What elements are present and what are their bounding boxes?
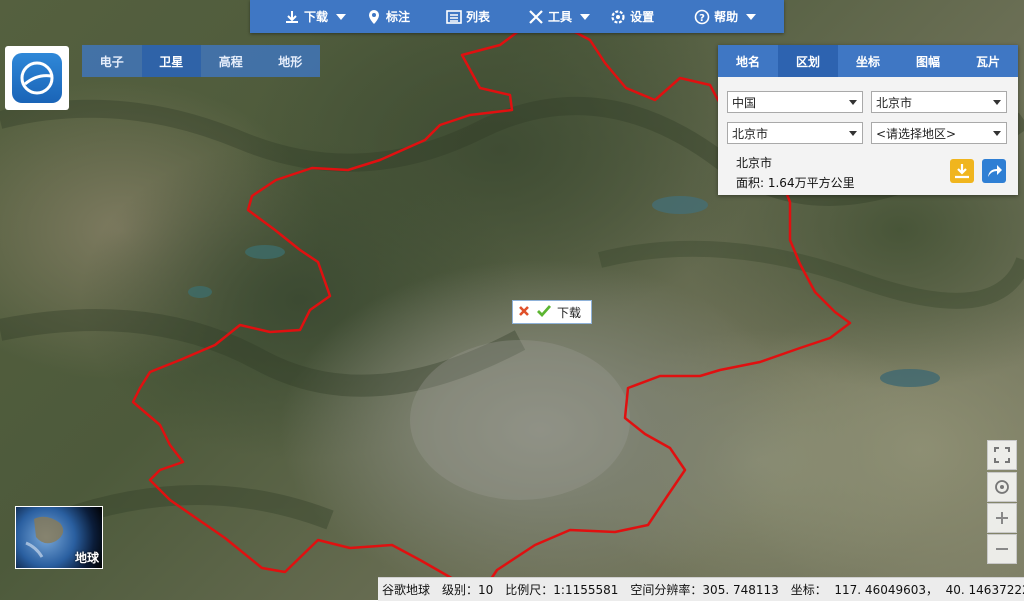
target-icon <box>995 480 1009 494</box>
status-app-name: 谷歌地球 <box>382 583 431 597</box>
country-value: 中国 <box>732 95 757 110</box>
top-toolbar: 下载 标注 列表 工具 设置 ? 帮助 <box>250 0 784 33</box>
svg-text:?: ? <box>699 13 705 24</box>
reservoir <box>880 369 940 387</box>
tab-tile[interactable]: 瓦片 <box>958 45 1018 77</box>
status-level: 级别：10 <box>442 583 494 597</box>
status-resolution: 空间分辨率：305. 748113 <box>630 583 779 597</box>
chevron-down-icon <box>993 100 1001 105</box>
district-value: <请选择地区> <box>876 126 957 141</box>
urban-area <box>410 340 630 500</box>
download-popup: 下载 <box>512 300 592 324</box>
chevron-down-icon <box>746 13 757 20</box>
tools-menu[interactable]: 工具 <box>518 0 600 33</box>
tools-label: 工具 <box>548 10 573 24</box>
fullscreen-icon <box>994 447 1010 463</box>
app-logo[interactable] <box>5 46 69 110</box>
help-menu[interactable]: ? 帮助 <box>684 0 766 33</box>
status-coordinate: 坐标： 117. 46049603， 40. 14637222 <box>790 583 1024 597</box>
locate-region-button[interactable] <box>982 159 1006 183</box>
download-menu[interactable]: 下载 <box>274 0 356 33</box>
settings-label: 设置 <box>630 10 655 24</box>
plus-icon <box>996 512 1008 524</box>
share-arrow-icon <box>988 165 1002 177</box>
map-type-terrain[interactable]: 地形 <box>261 45 321 77</box>
province-select[interactable]: 北京市 <box>871 91 1007 113</box>
zoom-in-button[interactable] <box>987 503 1017 533</box>
popup-download-label[interactable]: 下载 <box>557 304 581 321</box>
province-value: 北京市 <box>876 95 913 110</box>
chevron-down-icon <box>849 131 857 136</box>
tools-icon <box>528 9 544 25</box>
chevron-down-icon <box>336 13 347 20</box>
tab-place-name[interactable]: 地名 <box>718 45 778 77</box>
check-icon[interactable] <box>536 304 552 321</box>
globe-view-button[interactable]: 地球 <box>15 506 103 569</box>
download-region-button[interactable] <box>950 159 974 183</box>
minus-icon <box>996 548 1008 550</box>
region-name: 北京市 <box>736 156 773 170</box>
settings-button[interactable]: 设置 <box>600 0 664 33</box>
reservoir <box>245 245 285 259</box>
tab-map-sheet[interactable]: 图幅 <box>898 45 958 77</box>
list-label: 列表 <box>466 10 491 24</box>
gear-icon <box>610 9 626 25</box>
status-bar: 谷歌地球 级别：10 比例尺：1:1155581 空间分辨率：305. 7481… <box>378 577 1024 601</box>
panel-tabs: 地名 区划 坐标 图幅 瓦片 <box>718 45 1018 77</box>
list-button[interactable]: 列表 <box>436 0 500 33</box>
district-select[interactable]: <请选择地区> <box>871 122 1007 144</box>
map-type-satellite[interactable]: 卫星 <box>141 45 201 77</box>
region-area: 面积: 1.64万平方公里 <box>736 176 855 190</box>
pin-icon <box>366 9 382 25</box>
status-scale: 比例尺：1:1155581 <box>505 583 619 597</box>
download-icon <box>284 9 300 25</box>
search-panel: 地名 区划 坐标 图幅 瓦片 中国 北京市 北京市 <请选择地区> 北京市 面积… <box>718 45 1018 195</box>
tab-coordinate[interactable]: 坐标 <box>838 45 898 77</box>
reservoir <box>652 196 708 214</box>
earth-logo-icon <box>12 53 62 103</box>
chevron-down-icon <box>993 131 1001 136</box>
help-icon: ? <box>694 9 710 25</box>
chevron-down-icon <box>849 100 857 105</box>
close-icon[interactable] <box>517 304 531 321</box>
locate-button[interactable] <box>987 472 1017 502</box>
reservoir <box>188 286 212 298</box>
list-icon <box>446 9 462 25</box>
help-label: 帮助 <box>714 10 739 24</box>
download-label: 下载 <box>304 10 329 24</box>
map-type-vector[interactable]: 电子 <box>82 45 142 77</box>
globe-label: 地球 <box>74 551 99 565</box>
map-type-elevation[interactable]: 高程 <box>201 45 261 77</box>
zoom-out-button[interactable] <box>987 534 1017 564</box>
fullscreen-button[interactable] <box>987 440 1017 470</box>
city-value: 北京市 <box>732 126 769 141</box>
mark-label: 标注 <box>386 10 411 24</box>
city-select[interactable]: 北京市 <box>727 122 863 144</box>
chevron-down-icon <box>580 13 591 20</box>
map-type-switcher: 电子 卫星 高程 地形 <box>82 45 320 77</box>
download-icon <box>955 164 969 179</box>
country-select[interactable]: 中国 <box>727 91 863 113</box>
mark-button[interactable]: 标注 <box>356 0 420 33</box>
tab-division[interactable]: 区划 <box>778 45 838 77</box>
